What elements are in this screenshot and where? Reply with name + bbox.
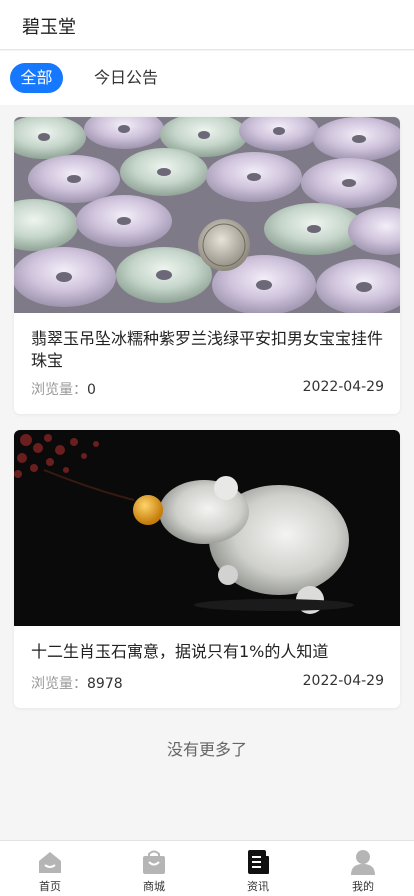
nav-news[interactable]: 资讯 (228, 845, 288, 895)
views-count: 8978 (87, 676, 123, 692)
article-title[interactable]: 十二生肖玉石寓意，据说只有1%的人知道 (31, 641, 387, 663)
nav-home[interactable]: 首页 (20, 845, 80, 895)
nav-label: 首页 (39, 880, 61, 893)
bottom-nav: 首页 商城 资讯 我的 (0, 840, 414, 896)
tab-all[interactable]: 全部 (10, 63, 63, 93)
user-icon (351, 850, 375, 875)
article-card[interactable]: 十二生肖玉石寓意，据说只有1%的人知道 浏览量：8978 2022-04-29 (14, 430, 400, 708)
nav-mine[interactable]: 我的 (333, 845, 393, 895)
views-count: 0 (87, 382, 96, 398)
shopping-bag-icon (143, 850, 165, 874)
news-icon (248, 850, 269, 874)
category-tabs: 全部 今日公告 (0, 51, 414, 105)
article-meta: 浏览量：0 2022-04-29 (31, 379, 384, 399)
article-card[interactable]: 翡翠玉吊坠冰糯种紫罗兰浅绿平安扣男女宝宝挂件珠宝 浏览量：0 2022-04-2… (14, 117, 400, 414)
tab-today-notice[interactable]: 今日公告 (94, 63, 158, 93)
article-title[interactable]: 翡翠玉吊坠冰糯种紫罗兰浅绿平安扣男女宝宝挂件珠宝 (31, 328, 387, 372)
no-more-text: 没有更多了 (166, 740, 247, 759)
jade-donut-pendants-photo[interactable] (14, 117, 400, 313)
nav-mall[interactable]: 商城 (124, 845, 184, 895)
home-icon (39, 852, 61, 873)
nav-label: 我的 (352, 880, 374, 893)
article-date: 2022-04-29 (302, 673, 384, 689)
jade-rat-carving-photo[interactable] (14, 430, 400, 626)
nav-label: 商城 (143, 880, 165, 893)
views-label: 浏览量： (31, 382, 87, 398)
nav-label: 资讯 (247, 880, 269, 893)
article-date: 2022-04-29 (302, 379, 384, 395)
views-label: 浏览量： (31, 676, 87, 692)
article-meta: 浏览量：8978 2022-04-29 (31, 673, 384, 693)
page-title: 碧玉堂 (22, 17, 76, 38)
top-header: 碧玉堂 (0, 0, 414, 50)
